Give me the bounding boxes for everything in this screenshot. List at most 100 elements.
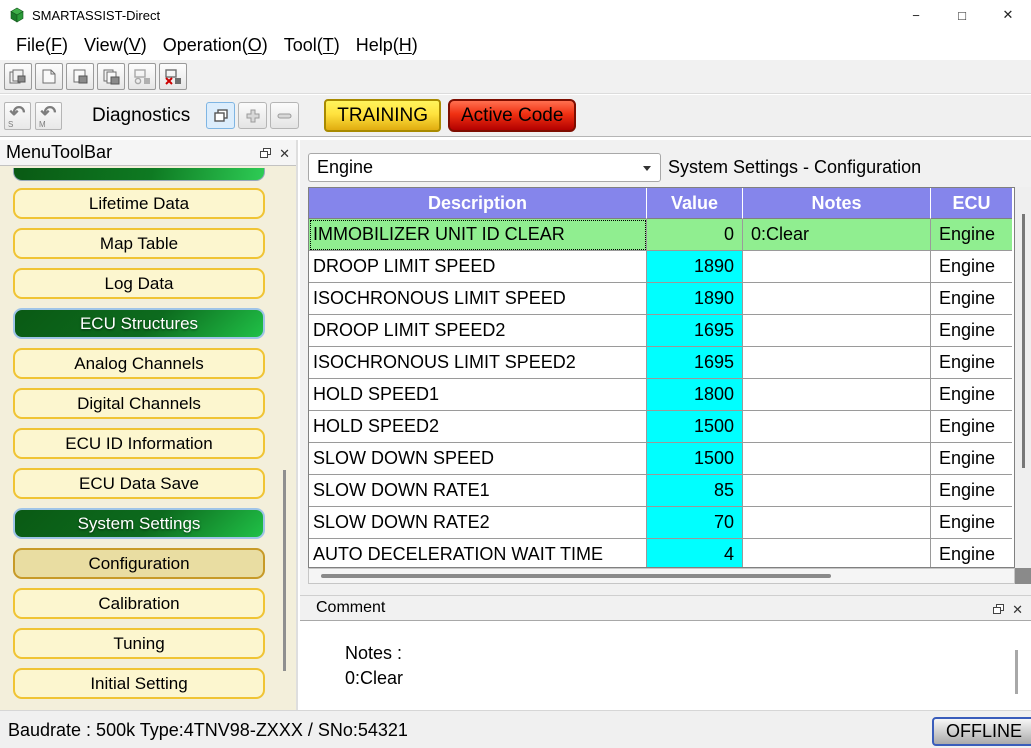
cell-ecu[interactable]: Engine [931, 251, 1012, 283]
cell-ecu[interactable]: Engine [931, 315, 1012, 347]
undo-multi-icon[interactable]: ↶ M [35, 102, 62, 130]
cell-ecu[interactable]: Engine [931, 443, 1012, 475]
training-mode-badge[interactable]: TRAINING [324, 99, 441, 132]
expand-plus-icon[interactable] [238, 102, 267, 129]
cell-ecu[interactable]: Engine [931, 411, 1012, 443]
table-vertical-scrollbar-thumb[interactable] [1022, 214, 1025, 468]
comment-scrollbar-thumb[interactable] [1015, 650, 1018, 694]
table-row[interactable]: DROOP LIMIT SPEED21695 Engine [309, 315, 1014, 347]
cell-val[interactable]: 1800 [647, 379, 743, 411]
sidebar-item-system-settings[interactable]: System Settings [13, 508, 265, 539]
menu-item-view[interactable]: View(V) [76, 33, 155, 58]
table-vertical-scrollbar[interactable] [1015, 187, 1031, 568]
stacked-pages-icon[interactable] [4, 63, 32, 90]
cell-val[interactable]: 4 [647, 539, 743, 568]
cell-notes[interactable]: 0:Clear [743, 219, 931, 251]
cell-notes[interactable] [743, 283, 931, 315]
close-button[interactable]: ✕ [985, 0, 1031, 30]
cell-desc[interactable]: DROOP LIMIT SPEED [309, 251, 647, 283]
cell-val[interactable]: 1500 [647, 411, 743, 443]
undo-single-icon[interactable]: ↶ S [4, 102, 31, 130]
sidebar-item-analog-channels[interactable]: Analog Channels [13, 348, 265, 379]
sidebar-item-tuning[interactable]: Tuning [13, 628, 265, 659]
table-horizontal-scrollbar[interactable] [308, 568, 1015, 584]
ecu-select[interactable]: Engine [308, 153, 661, 182]
sidebar-item-initial-setting[interactable]: Initial Setting [13, 668, 265, 699]
sidebar-item-lifetime-data[interactable]: Lifetime Data [13, 188, 265, 219]
menu-item-help[interactable]: Help(H) [348, 33, 426, 58]
cell-notes[interactable] [743, 507, 931, 539]
cell-val[interactable]: 70 [647, 507, 743, 539]
sidebar-item-calibration[interactable]: Calibration [13, 588, 265, 619]
sidebar-item-log-data[interactable]: Log Data [13, 268, 265, 299]
cell-desc[interactable]: SLOW DOWN RATE1 [309, 475, 647, 507]
minimize-button[interactable]: − [893, 0, 939, 30]
table-row[interactable]: IMMOBILIZER UNIT ID CLEAR00:ClearEngine [309, 219, 1014, 251]
cell-ecu[interactable]: Engine [931, 539, 1012, 568]
table-row[interactable]: DROOP LIMIT SPEED1890 Engine [309, 251, 1014, 283]
table-row[interactable]: SLOW DOWN RATE185 Engine [309, 475, 1014, 507]
cell-notes[interactable] [743, 347, 931, 379]
cell-val[interactable]: 1890 [647, 283, 743, 315]
device-connect-icon[interactable] [128, 63, 156, 90]
cell-ecu[interactable]: Engine [931, 219, 1012, 251]
close-panel-icon[interactable]: ✕ [1012, 603, 1023, 616]
active-code-badge[interactable]: Active Code [448, 99, 576, 132]
cell-ecu[interactable]: Engine [931, 379, 1012, 411]
table-row[interactable]: HOLD SPEED21500 Engine [309, 411, 1014, 443]
page-save-icon[interactable] [66, 63, 94, 90]
cell-ecu[interactable]: Engine [931, 347, 1012, 379]
cell-ecu[interactable]: Engine [931, 283, 1012, 315]
float-panel-icon[interactable] [260, 148, 271, 158]
offline-button[interactable]: OFFLINE [932, 717, 1031, 746]
sidebar-item-ecu-data-save[interactable]: ECU Data Save [13, 468, 265, 499]
cell-desc[interactable]: DROOP LIMIT SPEED2 [309, 315, 647, 347]
menu-item-operation[interactable]: Operation(O) [155, 33, 276, 58]
cell-notes[interactable] [743, 475, 931, 507]
float-panel-icon[interactable] [993, 604, 1004, 614]
cell-desc[interactable]: AUTO DECELERATION WAIT TIME [309, 539, 647, 568]
cell-val[interactable]: 1890 [647, 251, 743, 283]
cell-desc[interactable]: ISOCHRONOUS LIMIT SPEED [309, 283, 647, 315]
cell-val[interactable]: 1695 [647, 347, 743, 379]
cell-val[interactable]: 85 [647, 475, 743, 507]
cell-desc[interactable]: IMMOBILIZER UNIT ID CLEAR [309, 219, 647, 251]
cell-notes[interactable] [743, 251, 931, 283]
table-horizontal-scrollbar-thumb[interactable] [321, 574, 831, 578]
cell-notes[interactable] [743, 443, 931, 475]
cell-val[interactable]: 0 [647, 219, 743, 251]
menu-item-tool[interactable]: Tool(T) [276, 33, 348, 58]
cell-val[interactable]: 1695 [647, 315, 743, 347]
cascade-windows-icon[interactable] [206, 102, 235, 129]
table-row[interactable]: SLOW DOWN SPEED1500 Engine [309, 443, 1014, 475]
pages-save-icon[interactable] [97, 63, 125, 90]
menu-item-file[interactable]: File(F) [8, 33, 76, 58]
maximize-button[interactable]: □ [939, 0, 985, 30]
table-row[interactable]: SLOW DOWN RATE270 Engine [309, 507, 1014, 539]
cell-ecu[interactable]: Engine [931, 475, 1012, 507]
cell-val[interactable]: 1500 [647, 443, 743, 475]
page-icon[interactable] [35, 63, 63, 90]
device-disconnect-icon[interactable] [159, 63, 187, 90]
cell-desc[interactable]: SLOW DOWN SPEED [309, 443, 647, 475]
cell-notes[interactable] [743, 379, 931, 411]
sidebar-item-ecu-id-information[interactable]: ECU ID Information [13, 428, 265, 459]
cell-desc[interactable]: HOLD SPEED2 [309, 411, 647, 443]
sidebar-item-map-table[interactable]: Map Table [13, 228, 265, 259]
cell-notes[interactable] [743, 539, 931, 568]
table-row[interactable]: HOLD SPEED11800 Engine [309, 379, 1014, 411]
table-row[interactable]: ISOCHRONOUS LIMIT SPEED1890 Engine [309, 283, 1014, 315]
sidebar-scrollbar-thumb[interactable] [283, 470, 286, 671]
cell-notes[interactable] [743, 411, 931, 443]
close-panel-icon[interactable]: ✕ [279, 147, 290, 160]
table-row[interactable]: AUTO DECELERATION WAIT TIME4 Engine [309, 539, 1014, 568]
sidebar-item-ecu-structures[interactable]: ECU Structures [13, 308, 265, 339]
cell-ecu[interactable]: Engine [931, 507, 1012, 539]
cell-desc[interactable]: ISOCHRONOUS LIMIT SPEED2 [309, 347, 647, 379]
sidebar-item-configuration[interactable]: Configuration [13, 548, 265, 579]
sidebar-item-scrolled-partial[interactable] [13, 168, 265, 181]
sidebar-item-digital-channels[interactable]: Digital Channels [13, 388, 265, 419]
cell-desc[interactable]: HOLD SPEED1 [309, 379, 647, 411]
collapse-minus-icon[interactable] [270, 102, 299, 129]
cell-desc[interactable]: SLOW DOWN RATE2 [309, 507, 647, 539]
